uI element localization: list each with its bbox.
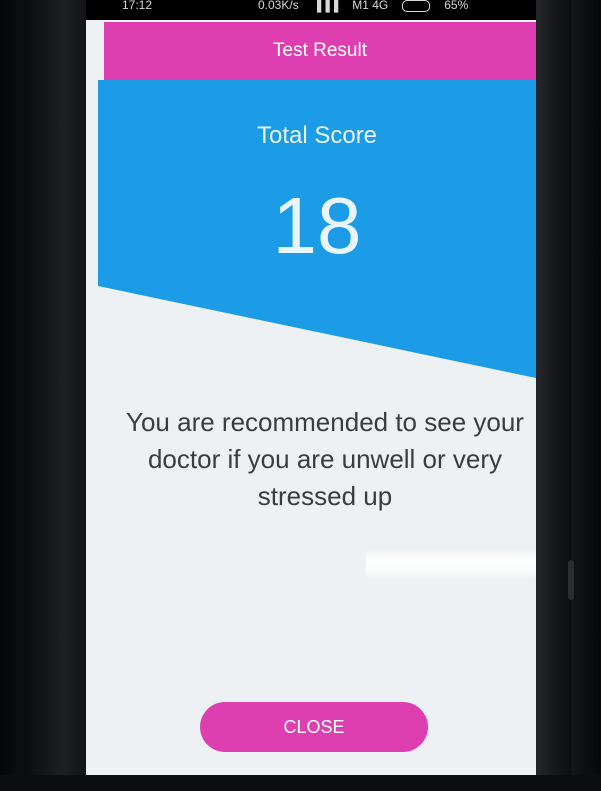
network-speed: 0.03K/s: [258, 0, 299, 12]
status-indicators: 0.03K/s ▐▐▐ M1 4G 65%: [258, 0, 468, 16]
close-button[interactable]: CLOSE: [200, 702, 428, 752]
signal-icon: ▐▐▐: [312, 0, 339, 12]
status-bar: 17:12 0.03K/s ▐▐▐ M1 4G 65%: [86, 0, 536, 20]
score-panel: Total Score 18: [98, 80, 536, 380]
phone-bottom-edge: [0, 775, 601, 791]
battery-icon: [402, 0, 431, 12]
phone-side-button: [568, 560, 574, 600]
page-title: Test Result: [273, 40, 367, 61]
screen-glare: [366, 548, 536, 580]
score-label: Total Score: [256, 122, 378, 149]
status-time: 17:12: [122, 0, 153, 12]
result-message: You are recommended to see your doctor i…: [126, 407, 524, 511]
carrier-label: M1 4G: [352, 0, 389, 12]
app-bar: Test Result: [104, 22, 536, 80]
phone-screen: 17:12 0.03K/s ▐▐▐ M1 4G 65% Test Result …: [86, 0, 536, 775]
phone-bezel-left: [24, 0, 94, 791]
battery-level: 65%: [444, 0, 469, 12]
score-value: 18: [272, 181, 362, 270]
